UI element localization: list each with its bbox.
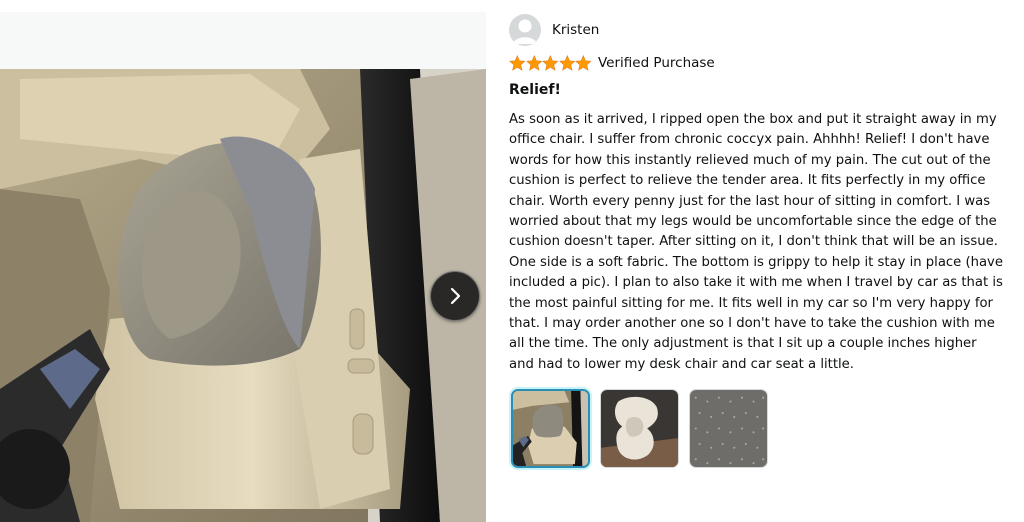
next-image-button[interactable] [430, 271, 480, 321]
chevron-right-icon [450, 287, 461, 305]
thumbnail-cushion-top-view[interactable] [600, 389, 679, 468]
star-rating [509, 55, 592, 71]
reviewer-profile[interactable]: Kristen [509, 14, 599, 46]
review-title: Relief! [509, 82, 561, 98]
rating-row: Verified Purchase [509, 53, 715, 73]
star-icon [558, 55, 576, 71]
avatar [509, 14, 541, 46]
review-main-photo [0, 69, 486, 522]
thumbnail-strip [511, 389, 768, 468]
review-body: As soon as it arrived, I ripped open the… [509, 112, 1003, 372]
thumbnail-cushion-in-car-seat[interactable] [511, 389, 590, 468]
star-icon [542, 55, 559, 71]
star-icon [509, 55, 526, 71]
user-silhouette-icon [513, 19, 537, 44]
star-icon [525, 55, 543, 71]
media-viewer [0, 0, 486, 522]
star-icon [575, 55, 592, 71]
thumbnail-grippy-bottom-fabric[interactable] [689, 389, 768, 468]
media-header-bar [0, 12, 486, 69]
reviewer-name[interactable]: Kristen [552, 22, 599, 38]
verified-purchase-badge: Verified Purchase [597, 55, 715, 71]
